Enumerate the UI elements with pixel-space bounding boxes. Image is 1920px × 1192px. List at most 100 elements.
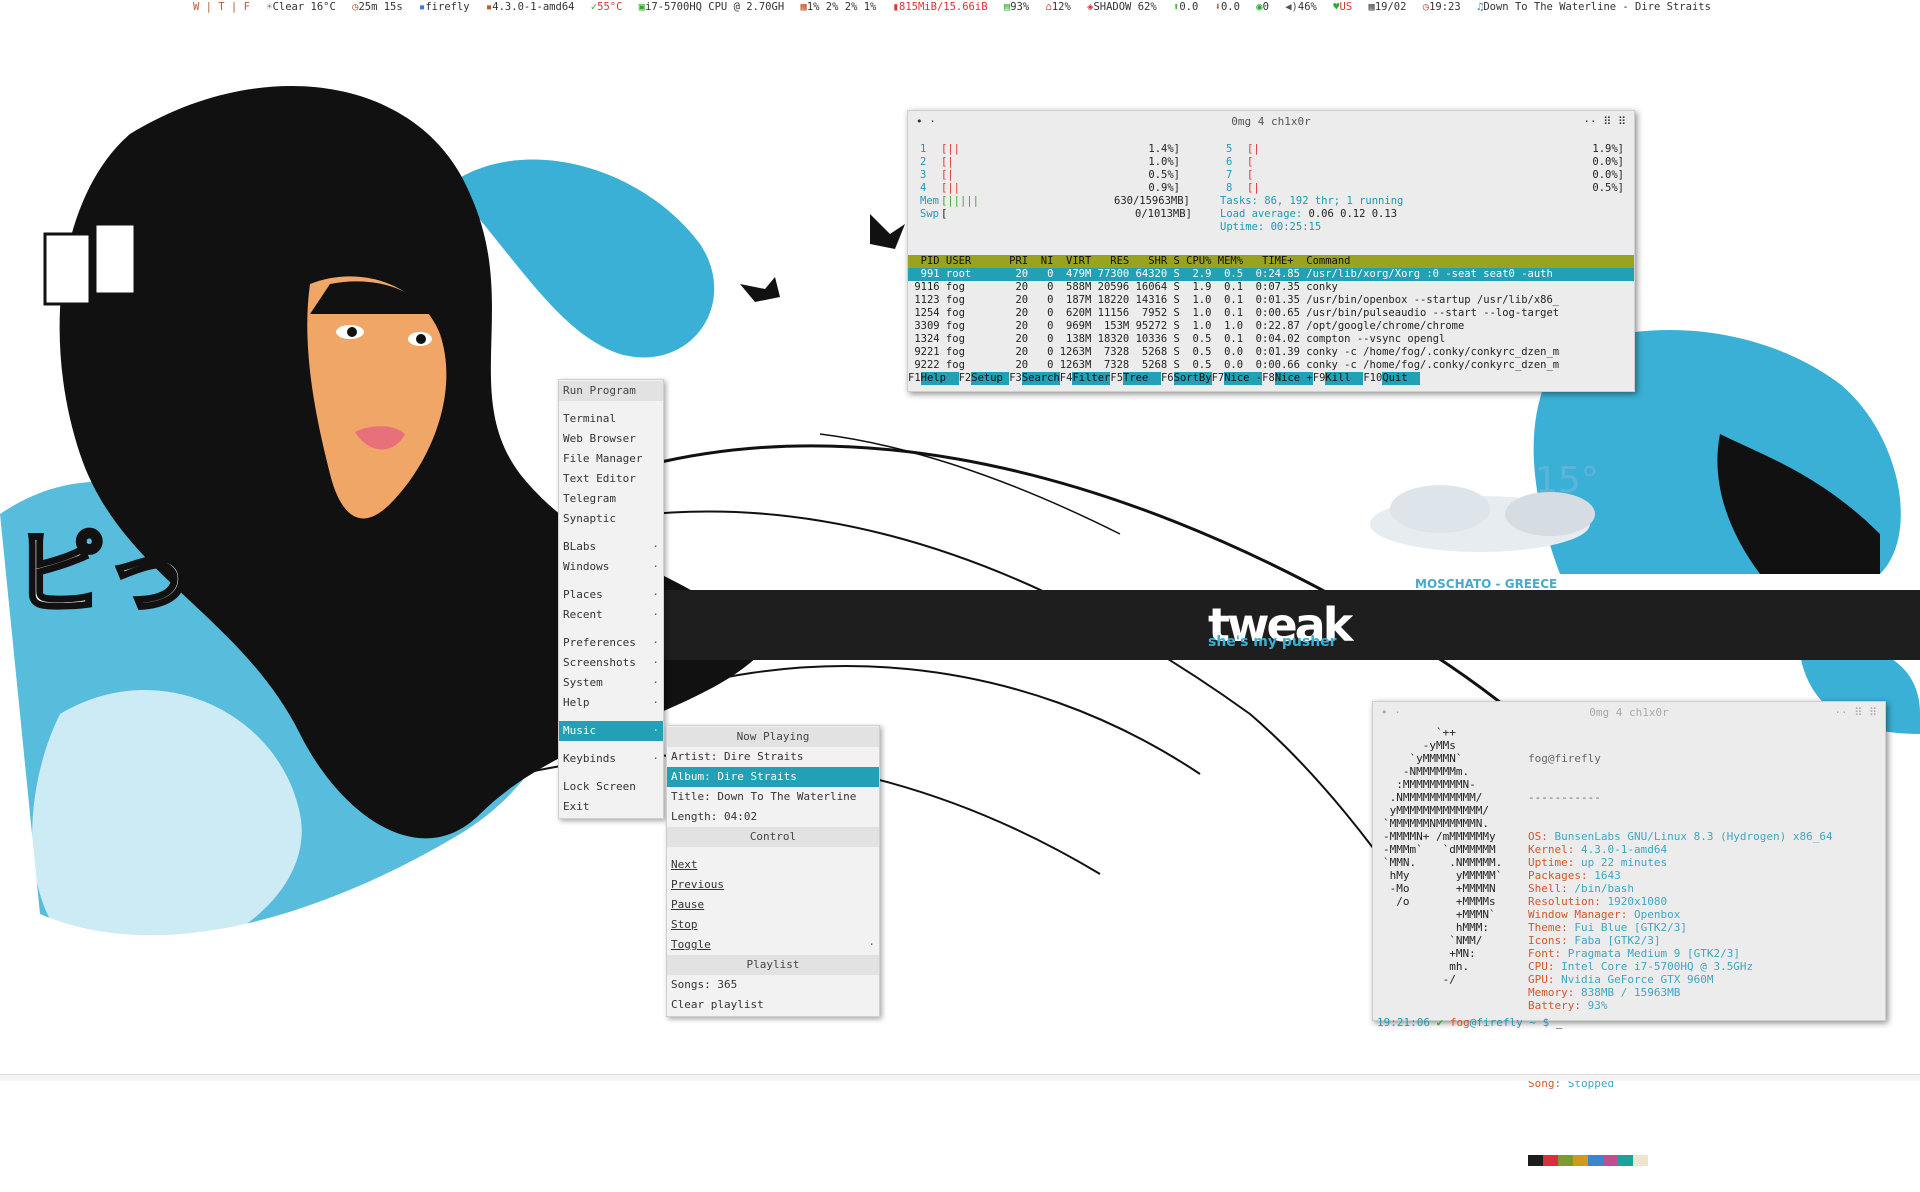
menu-item-run-program[interactable]: Run Program [559, 381, 663, 401]
window-title: 0mg 4 ch1x0r [1231, 115, 1311, 128]
process-row[interactable]: 3309 fog 20 0 969M 153M 95272 S 1.0 1.0 … [908, 320, 1634, 333]
sysinfo-row: Icons: Faba [GTK2/3] [1528, 934, 1661, 947]
now-playing-status: ♫ Down To The Waterline - Dire Straits [1477, 1, 1711, 13]
process-row[interactable]: 1254 fog 20 0 620M 11156 7952 S 1.0 0.1 … [908, 307, 1634, 320]
menu-item-system[interactable]: System · [559, 673, 663, 693]
cpu-meter-6: 6[0.0%] [1226, 156, 1624, 168]
process-row[interactable]: 1123 fog 20 0 187M 18220 14316 S 1.0 0.1… [908, 294, 1634, 307]
menu-item-synaptic[interactable]: Synaptic [559, 509, 663, 529]
window-titlebar[interactable]: • · 0mg 4 ch1x0r ·· ⠿ ⠿ [908, 111, 1634, 133]
menu-item-places[interactable]: Places · [559, 585, 663, 605]
title-item[interactable]: Title: Down To The Waterline [667, 787, 879, 807]
menu-item-preferences[interactable]: Preferences · [559, 633, 663, 653]
sysinfo-row: Theme: Fui Blue [GTK2/3] [1528, 921, 1687, 934]
fkey-action-8[interactable]: Kill [1325, 372, 1364, 385]
process-row[interactable]: 1324 fog 20 0 138M 18320 10336 S 0.5 0.1… [908, 333, 1634, 346]
sysinfo-row: Packages: 1643 [1528, 869, 1621, 882]
download-status: ⬇ 0.0 [1214, 1, 1240, 13]
menu-item-text-editor[interactable]: Text Editor [559, 469, 663, 489]
sysinfo-row: GPU: Nvidia GeForce GTX 960M [1528, 973, 1714, 986]
process-table[interactable]: PID USER PRI NI VIRT RES SHR S CPU% MEM%… [908, 255, 1634, 385]
submenu-arrow-icon: · [652, 560, 659, 573]
openbox-root-menu[interactable]: Run Program Terminal Web Browser File Manag… [558, 379, 664, 819]
fkey-action-4[interactable]: Tree [1123, 372, 1161, 385]
fkey-action-9[interactable]: Quit [1382, 372, 1421, 385]
window-controls[interactable]: ·· ⠿ ⠿ [1583, 111, 1626, 133]
menu-separator [559, 741, 663, 749]
process-row[interactable]: 9116 fog 20 0 588M 20596 16064 S 1.9 0.1… [908, 281, 1634, 294]
upload-status: ⬆ 0.0 [1172, 1, 1199, 13]
process-row[interactable]: 9222 fog 20 0 1263M 7328 5268 S 0.5 0.0 … [908, 359, 1634, 372]
menu-separator [559, 529, 663, 537]
menu-item-lock-screen[interactable]: Lock Screen [559, 777, 663, 797]
neofetch-terminal-window[interactable]: • · 0mg 4 ch1x0r ·· ⠿ ⠿ `++ -yMMs `yMMMM… [1372, 701, 1886, 1166]
menu-item-terminal[interactable]: Terminal [559, 409, 663, 429]
menu-item-keybinds[interactable]: Keybinds · [559, 749, 663, 769]
fkey-action-0[interactable]: Help [920, 372, 959, 385]
sysinfo-row: Memory: 838MB / 15963MB [1528, 986, 1681, 999]
fkey-action-6[interactable]: Nice - [1224, 372, 1263, 385]
menu-item-telegram[interactable]: Telegram [559, 489, 663, 509]
text-cursor: _ [1555, 1016, 1563, 1029]
control-header: Control [667, 827, 879, 847]
menu-item-music[interactable]: Music · [559, 721, 663, 741]
palette-swatch [1633, 1155, 1648, 1166]
cpu-meter-2: 2 [| 1.0%] [920, 156, 1180, 168]
window-controls[interactable]: ·· ⠿ ⠿ [1834, 702, 1877, 724]
cpu-meters-left: 1 [|| 1.4%] 2 [| 1.0%] 3 [| 0.5%] 4 [|| 0.9%] [914, 143, 1186, 195]
menu-separator [559, 401, 663, 409]
workspace-switcher[interactable]: W | T | F [193, 0, 250, 14]
keyboard-layout-status[interactable]: ♥ US [1333, 0, 1352, 14]
length-item[interactable]: Length: 04:02 [667, 807, 879, 827]
music-control-toggle[interactable]: Toggle · [667, 935, 879, 955]
sysinfo-row: OS: BunsenLabs GNU/Linux 8.3 (Hydrogen) … [1528, 830, 1833, 843]
hostname-status: ▪ firefly [419, 1, 470, 13]
fkey-action-3[interactable]: Filter [1072, 372, 1111, 385]
window-menu-icon[interactable]: • · [1381, 702, 1401, 724]
submenu-arrow-icon: · [652, 608, 659, 621]
volume-status[interactable]: ◀) 46% [1285, 0, 1317, 14]
menu-item-blabs[interactable]: BLabs · [559, 537, 663, 557]
mail-status: ◉ 0 [1256, 1, 1269, 13]
palette-swatch [1528, 1155, 1543, 1166]
album-item[interactable]: Album: Dire Straits [667, 767, 879, 787]
process-table-header[interactable]: PID USER PRI NI VIRT RES SHR S CPU% MEM%… [908, 255, 1634, 268]
music-submenu[interactable]: Now Playing Artist: Dire Straits Album: … [666, 725, 880, 1017]
music-control-pause[interactable]: Pause [667, 895, 879, 915]
process-row[interactable]: 991 root 20 0 479M 77300 64320 S 2.9 0.5… [908, 268, 1634, 281]
music-control-previous[interactable]: Previous [667, 875, 879, 895]
window-titlebar[interactable]: • · 0mg 4 ch1x0r ·· ⠿ ⠿ [1373, 702, 1885, 724]
menu-item-screenshots[interactable]: Screenshots · [559, 653, 663, 673]
menu-item-web-browser[interactable]: Web Browser [559, 429, 663, 449]
system-info: fog@firefly ----------- OS: BunsenLabs G… [1528, 726, 1833, 1192]
artist-item[interactable]: Artist: Dire Straits [667, 747, 879, 767]
music-control-next[interactable]: Next [667, 855, 879, 875]
submenu-arrow-icon: · [652, 676, 659, 689]
menu-item-help[interactable]: Help · [559, 693, 663, 713]
fkey-label: F6 [1160, 372, 1174, 384]
fkey-action-1[interactable]: Setup [971, 372, 1010, 385]
songs-count-item[interactable]: Songs: 365 [667, 975, 879, 995]
distro-ascii-logo: `++ -yMMs `yMMMMN` -NMMMMMMm. :MMMMMMMMM… [1383, 726, 1503, 986]
clear-playlist-item[interactable]: Clear playlist [667, 995, 879, 1015]
music-control-stop[interactable]: Stop [667, 915, 879, 935]
fkey-action-5[interactable]: SortBy [1173, 372, 1212, 385]
menu-item-windows[interactable]: Windows · [559, 557, 663, 577]
menu-item-file-manager[interactable]: File Manager [559, 449, 663, 469]
submenu-arrow-icon: · [652, 636, 659, 649]
fkey-action-2[interactable]: Search [1021, 372, 1060, 385]
cpu-meter-7: 7[0.0%] [1226, 169, 1624, 181]
window-menu-icon[interactable]: • · [916, 111, 936, 133]
htop-terminal-window[interactable]: • · 0mg 4 ch1x0r ·· ⠿ ⠿ 1 [|| 1.4%] 2 [| 1.0%… [907, 110, 1635, 392]
disk-status: ▤ 93% [1003, 1, 1030, 13]
menu-item-recent[interactable]: Recent · [559, 605, 663, 625]
shell-prompt[interactable]: 19:21:06 ✔ fog@firefly ~ $ _ [1377, 1016, 1562, 1029]
weather-temperature: 15° [1535, 460, 1599, 501]
time-status: ◷ 19:23 [1422, 1, 1461, 13]
fkey-action-7[interactable]: Nice + [1274, 372, 1313, 385]
process-row[interactable]: 9221 fog 20 0 1263M 7328 5268 S 0.5 0.0 … [908, 346, 1634, 359]
cpu-meter-4: 4 [|| 0.9%] [920, 182, 1180, 194]
sysinfo-row: Uptime: up 22 minutes [1528, 856, 1668, 869]
menu-separator [559, 577, 663, 585]
menu-item-exit[interactable]: Exit [559, 797, 663, 817]
